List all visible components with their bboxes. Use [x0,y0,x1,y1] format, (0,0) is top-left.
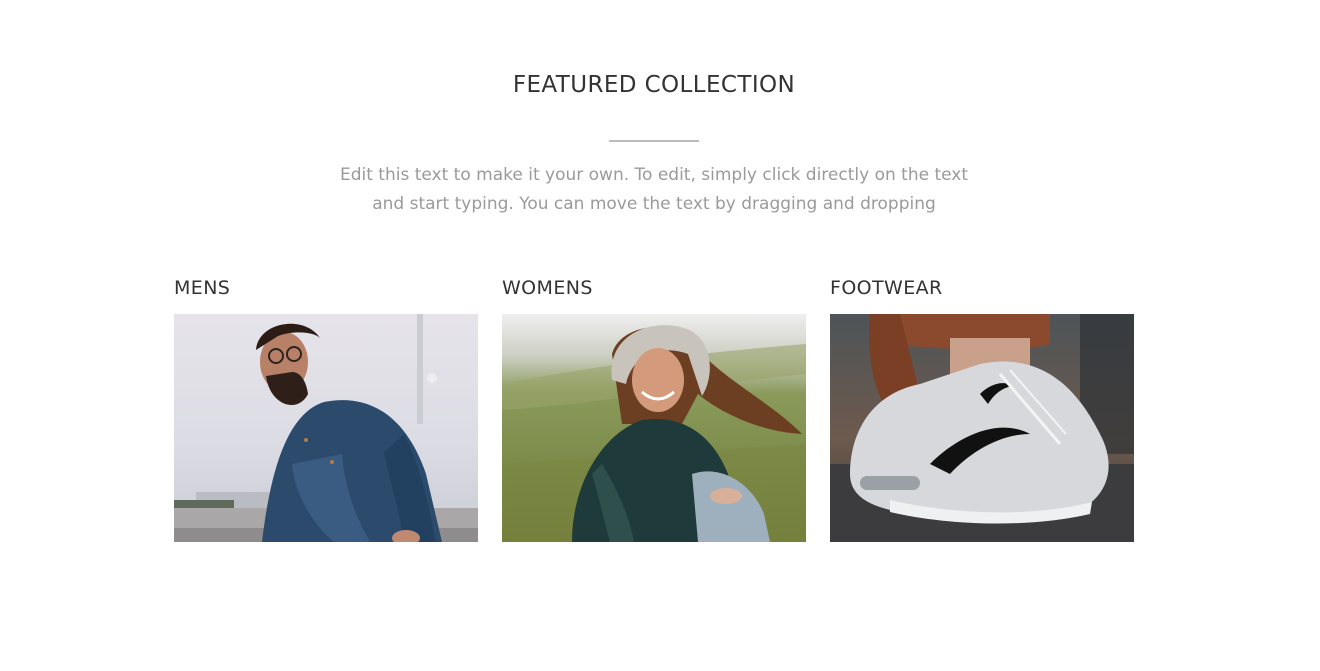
collection-card-mens[interactable]: MENS [174,276,478,542]
section-description: Edit this text to make it your own. To e… [339,165,969,214]
title-divider [609,140,699,142]
featured-collection-section: FEATURED COLLECTION Edit this text to ma… [0,0,1320,671]
collection-image-mens[interactable] [174,314,478,542]
collection-title-womens[interactable]: WOMENS [502,276,806,300]
collection-card-footwear[interactable]: FOOTWEAR [830,276,1134,542]
section-title: FEATURED COLLECTION [512,72,796,98]
collection-image-footwear[interactable] [830,314,1134,542]
collection-image-womens[interactable] [502,314,806,542]
collection-title-footwear[interactable]: FOOTWEAR [830,276,1134,300]
collection-title-mens[interactable]: MENS [174,276,478,300]
collection-card-womens[interactable]: WOMENS [502,276,806,542]
